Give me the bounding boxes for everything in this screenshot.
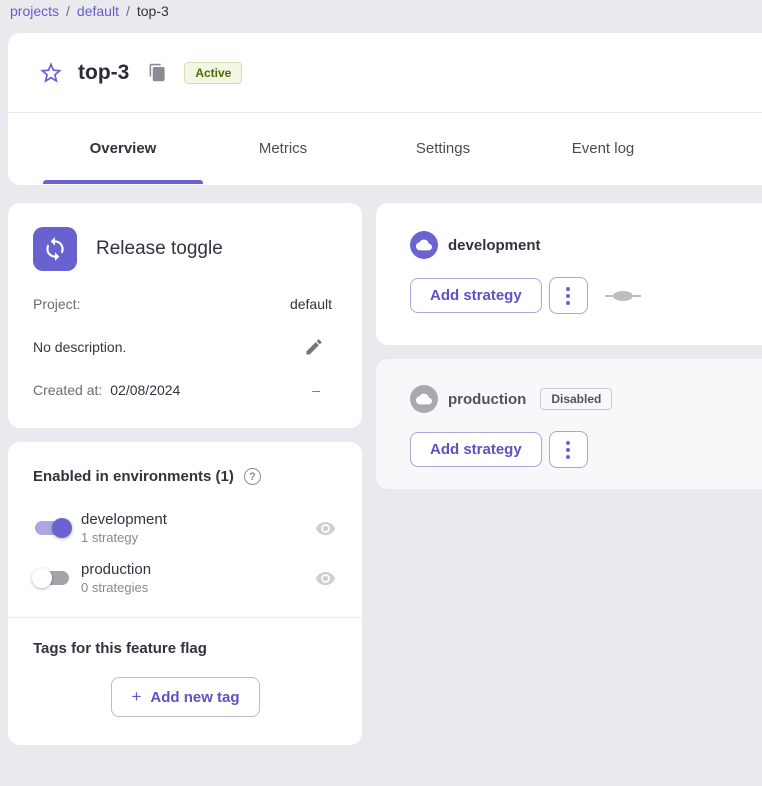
flag-header-card: top-3 Active Overview Metrics Settings E… — [8, 33, 762, 185]
right-column: development Add strategy production Disa… — [376, 203, 762, 489]
plus-icon: + — [131, 687, 141, 707]
breadcrumb: projects / default / top-3 — [10, 3, 169, 19]
flag-title-row: top-3 Active — [8, 33, 762, 113]
environment-panel-title: production — [448, 391, 526, 408]
card-divider — [8, 617, 362, 618]
tab-metrics[interactable]: Metrics — [203, 113, 363, 184]
more-actions-icon[interactable] — [549, 277, 588, 314]
breadcrumb-current: top-3 — [137, 3, 169, 19]
tab-event-log[interactable]: Event log — [523, 113, 683, 184]
cloud-icon — [410, 385, 438, 413]
project-label: Project: — [33, 296, 80, 312]
breadcrumb-separator: / — [126, 3, 130, 19]
favorite-star-icon[interactable] — [38, 60, 64, 86]
empty-value-dash: – — [312, 382, 320, 398]
breadcrumb-projects[interactable]: projects — [10, 3, 59, 19]
copy-icon[interactable] — [146, 62, 168, 84]
project-value: default — [290, 296, 332, 312]
tab-bar: Overview Metrics Settings Event log — [43, 113, 762, 184]
eye-icon[interactable] — [315, 568, 336, 589]
development-toggle[interactable] — [35, 521, 69, 535]
cloud-icon — [410, 231, 438, 259]
production-strategies-panel: production Disabled Add strategy — [376, 359, 762, 489]
created-at-label: Created at: — [33, 382, 102, 398]
strategy-connector-icon — [605, 290, 641, 302]
flag-details-card: Release toggle Project: default No descr… — [8, 203, 362, 428]
flag-type-label: Release toggle — [96, 238, 223, 260]
environments-card: Enabled in environments (1) ? developmen… — [8, 442, 362, 745]
add-new-tag-label: Add new tag — [150, 689, 239, 706]
release-toggle-icon — [33, 227, 77, 271]
add-new-tag-button[interactable]: + Add new tag — [111, 677, 259, 717]
status-badge: Active — [184, 62, 242, 84]
help-icon[interactable]: ? — [244, 468, 261, 485]
created-at-value: 02/08/2024 — [110, 382, 180, 398]
environment-row-development: development 1 strategy — [33, 511, 338, 545]
left-column: Release toggle Project: default No descr… — [8, 203, 362, 745]
feature-flag-page: projects / default / top-3 top-3 Active … — [0, 0, 762, 786]
page-title: top-3 — [78, 61, 129, 85]
edit-description-icon[interactable] — [303, 336, 325, 358]
eye-icon[interactable] — [315, 518, 336, 539]
add-strategy-button[interactable]: Add strategy — [410, 432, 542, 467]
environment-strategy-count: 1 strategy — [81, 530, 167, 545]
tab-settings[interactable]: Settings — [363, 113, 523, 184]
environments-card-title: Enabled in environments (1) — [33, 468, 234, 485]
tags-section-title: Tags for this feature flag — [33, 640, 338, 657]
development-strategies-panel: development Add strategy — [376, 203, 762, 345]
more-actions-icon[interactable] — [549, 431, 588, 468]
environment-name: development — [81, 511, 167, 528]
environment-name: production — [81, 561, 151, 578]
disabled-badge: Disabled — [540, 388, 612, 410]
environment-strategy-count: 0 strategies — [81, 580, 151, 595]
production-toggle[interactable] — [35, 571, 69, 585]
environment-panel-title: development — [448, 237, 541, 254]
tab-overview[interactable]: Overview — [43, 113, 203, 184]
breadcrumb-separator: / — [66, 3, 70, 19]
add-strategy-button[interactable]: Add strategy — [410, 278, 542, 313]
breadcrumb-default[interactable]: default — [77, 3, 119, 19]
environment-row-production: production 0 strategies — [33, 561, 338, 595]
description-text: No description. — [33, 339, 126, 355]
